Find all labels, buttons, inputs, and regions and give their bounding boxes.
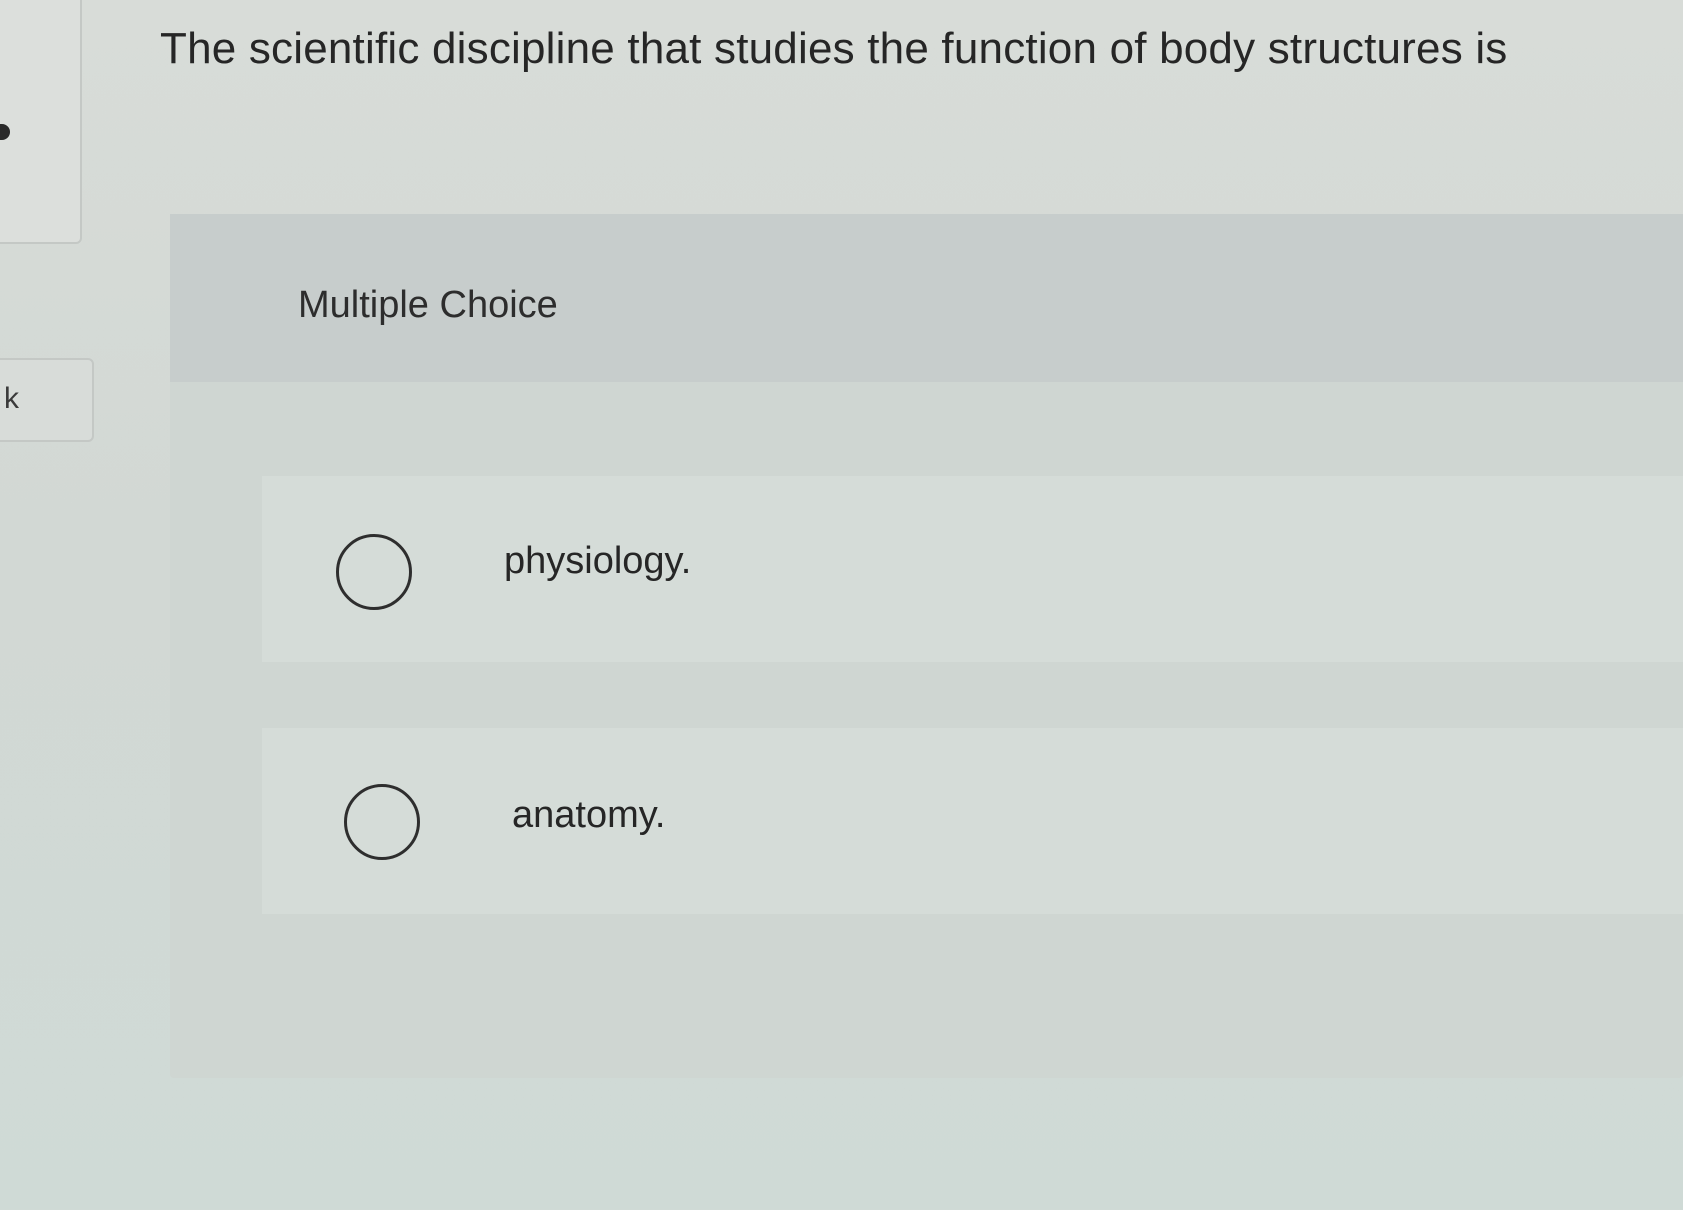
question-text: The scientific discipline that studies t… bbox=[160, 24, 1508, 73]
choice-label: anatomy. bbox=[512, 794, 666, 836]
choice-option-anatomy[interactable]: anatomy. bbox=[262, 728, 1683, 914]
side-tab[interactable]: k bbox=[0, 358, 94, 442]
side-tab-label: k bbox=[4, 382, 19, 415]
choice-label: physiology. bbox=[504, 540, 692, 582]
question-type-label: Multiple Choice bbox=[298, 284, 558, 326]
card-header: Multiple Choice bbox=[170, 214, 1683, 382]
question-card: Multiple Choice physiology. anatomy. bbox=[170, 214, 1683, 1078]
radio-button[interactable] bbox=[336, 534, 412, 610]
left-panel bbox=[0, 0, 82, 244]
choice-option-physiology[interactable]: physiology. bbox=[262, 476, 1683, 662]
radio-button[interactable] bbox=[344, 784, 420, 860]
